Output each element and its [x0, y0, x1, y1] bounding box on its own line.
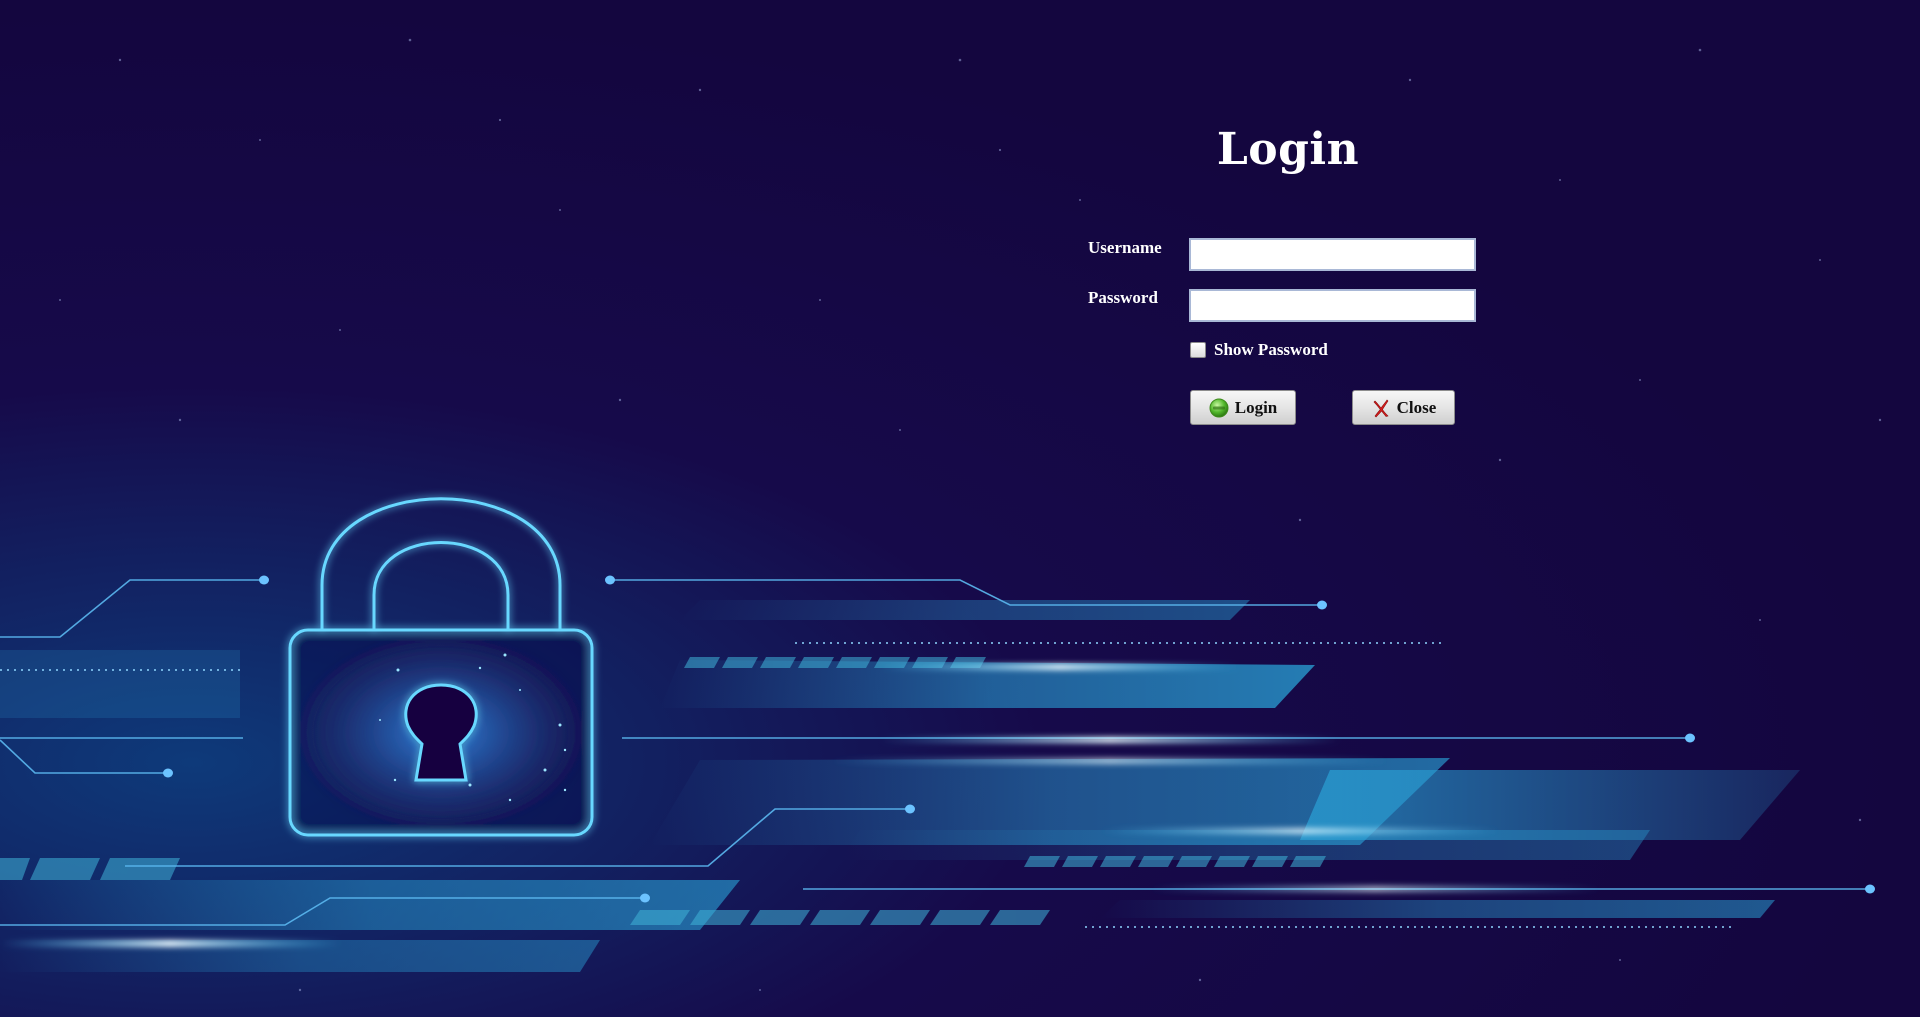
close-button-label: Close — [1396, 397, 1437, 417]
show-password-label: Show Password — [1214, 340, 1328, 359]
red-x-icon — [1373, 399, 1389, 417]
cyber-security-background — [0, 38, 1882, 992]
show-password-toggle[interactable]: Show Password — [1190, 340, 1328, 360]
password-input[interactable] — [1189, 289, 1476, 322]
page-title: Login — [1216, 124, 1360, 175]
username-label: Username — [1088, 238, 1162, 257]
password-label: Password — [1088, 288, 1158, 307]
close-button[interactable]: Close — [1352, 390, 1455, 425]
green-circle-icon — [1209, 398, 1229, 417]
padlock-icon — [288, 497, 594, 837]
login-screen: Login Username Password Show Password Lo… — [0, 0, 1920, 1017]
login-button-label: Login — [1234, 397, 1278, 417]
login-button[interactable]: Login — [1190, 390, 1296, 425]
show-password-checkbox[interactable] — [1190, 342, 1206, 358]
username-input[interactable] — [1189, 238, 1476, 271]
